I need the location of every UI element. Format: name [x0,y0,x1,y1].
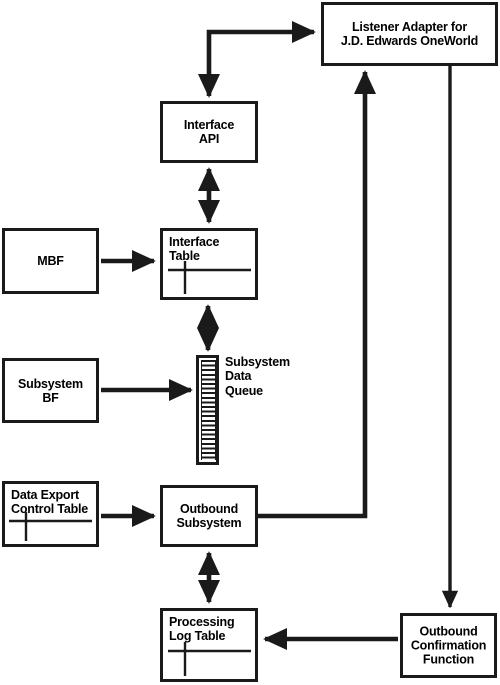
node-subsystem-data-queue-label: Subsystem Data Queue [225,355,290,398]
node-interface-api-label: Interface API [183,117,235,146]
node-listener-adapter-label: Listener Adapter for J.D. Edwards OneWor… [340,19,479,48]
node-subsystem-bf[interactable]: Subsystem BF [2,358,99,423]
node-subsystem-bf-label: Subsystem BF [18,376,83,405]
node-interface-table[interactable]: Interface Table [160,228,258,300]
node-outbound-subsystem-label: Outbound Subsystem [176,501,242,530]
edge-outbound-subsystem-to-listener [258,70,377,519]
node-outbound-confirmation-function-label: Outbound Confirmation Function [410,624,487,667]
flowchart-diagram: Listener Adapter for J.D. Edwards OneWor… [0,0,500,685]
node-data-export-control-table[interactable]: Data Export Control Table [2,481,99,547]
node-outbound-confirmation-function[interactable]: Outbound Confirmation Function [400,613,497,678]
node-processing-log-table-label: Processing Log Table [169,615,235,644]
node-listener-adapter[interactable]: Listener Adapter for J.D. Edwards OneWor… [321,2,498,66]
node-processing-log-table[interactable]: Processing Log Table [160,608,258,682]
queue-stripes-icon [201,360,216,460]
node-mbf-label: MBF [37,253,64,268]
node-outbound-subsystem[interactable]: Outbound Subsystem [160,485,258,547]
edge-api-to-listener [197,20,316,98]
node-interface-api[interactable]: Interface API [160,101,258,163]
node-data-export-control-table-label: Data Export Control Table [11,488,89,517]
node-mbf[interactable]: MBF [2,228,99,294]
node-interface-table-label: Interface Table [169,235,220,264]
node-subsystem-data-queue[interactable] [196,355,219,465]
